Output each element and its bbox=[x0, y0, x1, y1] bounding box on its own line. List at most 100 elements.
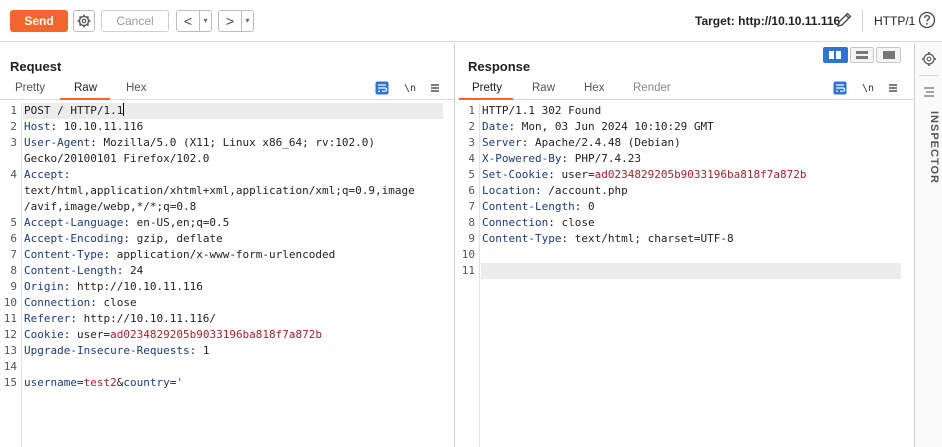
param-name: username bbox=[24, 376, 77, 389]
request-tab-hex[interactable]: Hex bbox=[126, 82, 146, 94]
request-newline-toggle[interactable]: \n bbox=[403, 81, 417, 95]
line-number: 9 bbox=[10, 280, 17, 293]
line-number: 6 bbox=[10, 232, 17, 245]
cancel-button[interactable]: Cancel bbox=[101, 10, 169, 32]
back-button[interactable]: < bbox=[177, 11, 199, 31]
header-name: Date bbox=[482, 120, 509, 133]
response-tab-hex[interactable]: Hex bbox=[584, 82, 604, 94]
line-number: 8 bbox=[10, 264, 17, 277]
response-current-line-highlight bbox=[481, 263, 901, 279]
header-name: X-Powered-By bbox=[482, 152, 562, 165]
line-number: 11 bbox=[461, 264, 475, 277]
header-name: Host bbox=[24, 120, 51, 133]
request-tab-raw[interactable]: Raw bbox=[74, 82, 97, 94]
response-gutter: 1 2 3 4 5 6 7 8 9 10 11 bbox=[458, 103, 480, 447]
pencil-icon[interactable] bbox=[835, 11, 853, 29]
response-newline-toggle[interactable]: \n bbox=[861, 81, 875, 95]
request-gutter: 1 2 3 4 5 6 7 8 9 10 11 12 13 14 15 bbox=[0, 103, 22, 447]
forward-history-dropdown[interactable]: ▾ bbox=[241, 11, 253, 31]
line-number: 8 bbox=[468, 216, 475, 229]
target-label: Target: http://10.10.11.116 bbox=[695, 14, 841, 28]
header-name: Accept-Encoding bbox=[24, 232, 124, 245]
header-value: : Apache/2.4.48 (Debian) bbox=[521, 136, 681, 149]
code-line: text/html,application/xhtml+xml,applicat… bbox=[24, 183, 415, 199]
header-value: : bbox=[63, 168, 71, 181]
cookie-value: ad0234829205b9033196ba818f7a872b bbox=[594, 168, 807, 181]
word-wrap-icon bbox=[833, 81, 847, 95]
forward-nav-group: > ▾ bbox=[218, 10, 254, 32]
param-name: country bbox=[123, 376, 170, 389]
inspector-tab-label[interactable]: INSPECTOR bbox=[918, 111, 940, 191]
header-value: : en-US,en;q=0.5 bbox=[123, 216, 230, 229]
line-number: 13 bbox=[3, 344, 17, 357]
code-line: Accept-Encoding: gzip, deflate bbox=[24, 231, 223, 247]
param-separator: = bbox=[76, 376, 84, 389]
back-history-dropdown[interactable]: ▾ bbox=[199, 11, 211, 31]
gear-icon bbox=[77, 14, 91, 28]
header-name: Location bbox=[482, 184, 535, 197]
header-value: : application/x-www-form-urlencoded bbox=[103, 248, 336, 261]
header-name: Connection bbox=[24, 296, 91, 309]
header-value: : 1 bbox=[189, 344, 210, 357]
header-name: Cookie bbox=[24, 328, 64, 341]
line-number: 7 bbox=[468, 200, 475, 213]
gear-icon[interactable] bbox=[921, 51, 937, 67]
line-number: 4 bbox=[468, 152, 475, 165]
response-tab-render[interactable]: Render bbox=[633, 82, 671, 94]
request-tab-pretty[interactable]: Pretty bbox=[15, 82, 45, 94]
forward-button[interactable]: > bbox=[219, 11, 241, 31]
code-line: Connection: close bbox=[482, 215, 595, 231]
line-number: 1 bbox=[468, 104, 475, 117]
repeater-window: Send Cancel < ▾ > ▾ Target: http://10.10… bbox=[0, 0, 942, 447]
back-nav-group: < ▾ bbox=[176, 10, 212, 32]
send-button[interactable]: Send bbox=[10, 10, 68, 32]
request-title: Request bbox=[10, 59, 62, 74]
header-name: Content-Length bbox=[24, 264, 117, 277]
code-line: Gecko/20100101 Firefox/102.0 bbox=[24, 151, 209, 167]
header-value: : user= bbox=[63, 328, 111, 341]
response-pane: Response Pretty Raw Hex Render \n 1 2 3 … bbox=[458, 43, 914, 447]
toolbar-divider bbox=[862, 10, 863, 32]
request-editor[interactable]: 1 2 3 4 5 6 7 8 9 10 11 12 13 14 15 POST / HTTP/1.1 Hos… bbox=[0, 103, 454, 447]
response-editor[interactable]: 1 2 3 4 5 6 7 8 9 10 11 HTTP/1.1 302 Found Date: Mo… bbox=[458, 103, 914, 447]
code-line: Accept-Language: en-US,en;q=0.5 bbox=[24, 215, 229, 231]
header-value: : Mon, 03 Jun 2024 10:10:29 GMT bbox=[508, 120, 714, 133]
code-line: Connection: close bbox=[24, 295, 137, 311]
response-wrap-toggle[interactable] bbox=[833, 81, 847, 95]
response-menu-button[interactable] bbox=[886, 81, 900, 95]
line-number: 6 bbox=[468, 184, 475, 197]
header-value: : http://10.10.11.116/ bbox=[70, 312, 217, 325]
header-value: : PHP/7.4.23 bbox=[561, 152, 641, 165]
header-name: Origin bbox=[24, 280, 64, 293]
line-number: 9 bbox=[468, 232, 475, 245]
code-line: Referer: http://10.10.11.116/ bbox=[24, 311, 216, 327]
list-icon[interactable] bbox=[922, 85, 936, 99]
inspector-divider bbox=[919, 75, 939, 76]
line-number: 2 bbox=[468, 120, 475, 133]
response-tab-raw[interactable]: Raw bbox=[532, 82, 555, 94]
response-title: Response bbox=[468, 59, 531, 74]
line-text: HTTP/1.1 302 Found bbox=[482, 104, 602, 117]
line-number: 7 bbox=[10, 248, 17, 261]
response-editor-controls: \n bbox=[833, 81, 903, 97]
settings-button[interactable] bbox=[73, 10, 95, 32]
request-menu-button[interactable] bbox=[428, 81, 442, 95]
line-number: 2 bbox=[10, 120, 17, 133]
code-line: Set-Cookie: user=ad0234829205b9033196ba8… bbox=[482, 167, 807, 183]
code-line: Accept: bbox=[24, 167, 70, 183]
header-name: Referer bbox=[24, 312, 71, 325]
header-value: : 24 bbox=[116, 264, 144, 277]
header-value: : 0 bbox=[574, 200, 595, 213]
response-tab-pretty[interactable]: Pretty bbox=[472, 82, 502, 94]
http-version-selector[interactable]: HTTP/1 bbox=[874, 14, 915, 28]
request-wrap-toggle[interactable] bbox=[375, 81, 389, 95]
help-icon[interactable] bbox=[918, 11, 936, 29]
header-name: Connection bbox=[482, 216, 549, 229]
header-value: : gzip, deflate bbox=[123, 232, 223, 245]
line-number: 1 bbox=[10, 104, 17, 117]
header-value: : text/html; charset=UTF-8 bbox=[561, 232, 734, 245]
line-number: 4 bbox=[10, 168, 17, 181]
line-text: /avif,image/webp,*/*;q=0.8 bbox=[24, 200, 197, 213]
code-line: User-Agent: Mozilla/5.0 (X11; Linux x86_… bbox=[24, 135, 375, 151]
line-number: 5 bbox=[10, 216, 17, 229]
